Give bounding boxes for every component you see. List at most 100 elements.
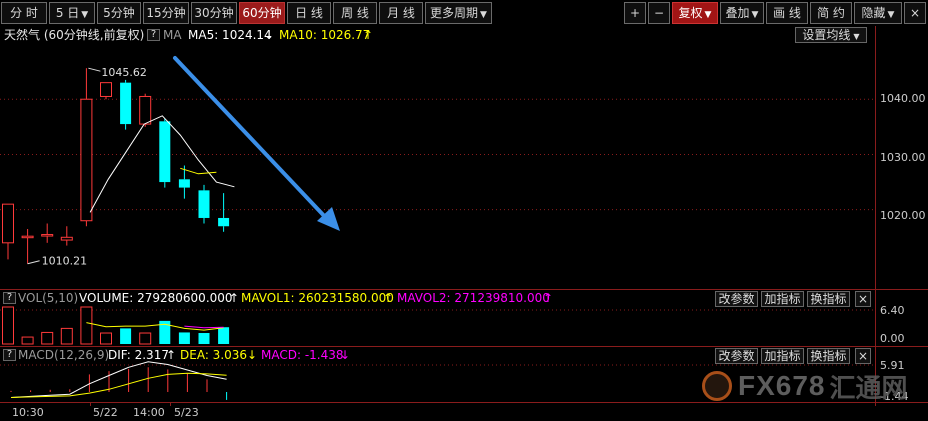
macd-value: MACD: -1.438	[261, 348, 344, 362]
macd-switch-indicator-button[interactable]: 换指标	[807, 348, 850, 364]
volume-bar-down	[120, 328, 132, 344]
watermark-cn-text: 汇通网	[829, 373, 908, 404]
candle-body-down	[159, 121, 171, 183]
time-tick-label: 10:30	[12, 406, 44, 419]
macd-edit-params-button[interactable]: 改参数	[715, 348, 758, 364]
candle-body-up	[60, 236, 73, 241]
volume-bar-up	[41, 331, 54, 345]
period-tab-monthly[interactable]: 月 线	[379, 2, 423, 24]
zoom-out-button[interactable]: −	[648, 2, 670, 24]
macd-dea-value: DEA: 3.036	[180, 348, 248, 362]
macd-close-button[interactable]: ×	[855, 348, 871, 364]
macd-dea-trend-icon: ↓	[247, 348, 258, 362]
volume-edit-params-button[interactable]: 改参数	[715, 291, 758, 307]
candle-body-down	[218, 217, 230, 227]
period-toolbar: 分 时 5 日 ▼ 5分钟 15分钟 30分钟 60分钟 日 线 周 线 月 线 …	[0, 0, 928, 26]
candle-body-down	[120, 82, 132, 125]
period-tab-timeshare[interactable]: 分 时	[1, 2, 47, 24]
macd-dif-value: DIF: 2.317	[108, 348, 169, 362]
chevron-down-icon: ▼	[480, 10, 487, 20]
candle-body-up	[41, 234, 54, 237]
low-price-label: 1010.21	[42, 255, 88, 268]
high-pointer-line	[88, 67, 101, 72]
chevron-down-icon: ▼	[81, 10, 89, 20]
volume-bar-down	[178, 332, 190, 344]
ma-label: MA	[163, 28, 182, 42]
mavol1-value: MAVOL1: 260231580.000	[241, 291, 394, 305]
hide-button[interactable]: 隐藏 ▼	[854, 2, 902, 24]
candle-body-down	[178, 179, 190, 188]
price-tick-1030: 1030.00	[880, 151, 926, 164]
overlay-button[interactable]: 叠加 ▼	[720, 2, 764, 24]
period-tab-weekly[interactable]: 周 线	[333, 2, 377, 24]
macd-dif-line	[10, 361, 227, 398]
macd-trend-icon: ↓	[340, 348, 351, 362]
period-tab-60min[interactable]: 60分钟	[239, 2, 285, 24]
volume-bar-down	[198, 333, 210, 344]
ma5-trend-icon: ↓	[264, 28, 275, 42]
period-tab-more[interactable]: 更多周期 ▼	[425, 2, 492, 24]
zoom-in-button[interactable]: +	[624, 2, 646, 24]
chevron-down-icon: ▼	[887, 10, 895, 20]
volume-trend-icon: ↑	[229, 291, 240, 305]
trend-arrow-shaft	[173, 56, 330, 222]
time-tick	[90, 402, 91, 406]
macd-indicator-name: MACD(12,26,9)	[18, 348, 110, 362]
macd-pane-header: ? MACD(12,26,9) DIF: 2.317 ↑ DEA: 3.036 …	[0, 347, 928, 364]
volume-bar-down	[218, 327, 230, 344]
time-tick	[170, 402, 171, 406]
low-pointer-line	[27, 260, 40, 265]
ma-settings-label: 设置均线	[802, 28, 851, 42]
volume-bar-up	[2, 306, 14, 345]
volume-value: VOLUME: 279280600.000	[79, 291, 233, 305]
macd-dea-line	[10, 372, 227, 398]
chevron-down-icon: ▼	[751, 10, 759, 20]
ma-toggle-icon[interactable]: ?	[147, 29, 160, 41]
macd-toggle-icon[interactable]: ?	[3, 349, 16, 361]
mavol2-trend-icon: ↑	[543, 291, 554, 305]
volume-bar-up	[21, 336, 34, 345]
time-tick-label: 5/22	[93, 406, 118, 419]
volume-indicator-name: VOL(5,10)	[18, 291, 79, 305]
simple-mode-button[interactable]: 简 约	[810, 2, 852, 24]
volume-close-button[interactable]: ×	[855, 291, 871, 307]
mavol1-trend-icon: ↑	[383, 291, 394, 305]
period-tab-5day[interactable]: 5 日 ▼	[49, 2, 95, 24]
price-tick-1040: 1040.00	[880, 92, 926, 105]
chevron-down-icon: ▼	[704, 10, 712, 20]
candle-body-up	[2, 203, 14, 244]
mavol1-line	[86, 322, 224, 331]
adjust-rights-button[interactable]: 复权 ▼	[672, 2, 718, 24]
volume-switch-indicator-button[interactable]: 换指标	[807, 291, 850, 307]
period-tab-15min[interactable]: 15分钟	[143, 2, 189, 24]
candle-body-down	[198, 190, 210, 218]
ma-settings-button[interactable]: 设置均线 ▼	[795, 27, 867, 43]
candle-body-up	[21, 235, 34, 239]
mavol2-value: MAVOL2: 271239810.000	[397, 291, 550, 305]
candle-body-up	[100, 82, 112, 97]
period-tab-daily[interactable]: 日 线	[287, 2, 331, 24]
price-tick-1020: 1020.00	[880, 209, 926, 222]
volume-bar-up	[100, 332, 112, 345]
close-chart-button[interactable]: ×	[904, 2, 926, 24]
volume-bar-up	[80, 306, 93, 345]
ma10-value: MA10: 1026.77	[279, 28, 371, 42]
ma10-trend-icon: ↑	[363, 28, 374, 42]
high-price-label: 1045.62	[101, 66, 146, 79]
chart-title: 天然气 (60分钟线,前复权)	[4, 28, 145, 42]
fx678-watermark-logo: FX678 汇通网	[702, 368, 908, 404]
volume-pane-header: ? VOL(5,10) VOLUME: 279280600.000 ↑ MAVO…	[0, 290, 928, 307]
volume-bar-up	[139, 332, 152, 345]
period-tab-5min[interactable]: 5分钟	[97, 2, 141, 24]
macd-dif-trend-icon: ↑	[166, 348, 177, 362]
watermark-text: FX678	[738, 370, 826, 401]
period-tab-30min[interactable]: 30分钟	[191, 2, 237, 24]
draw-line-button[interactable]: 画 线	[766, 2, 808, 24]
candle-body-up	[80, 98, 93, 222]
volume-add-indicator-button[interactable]: 加指标	[761, 291, 804, 307]
ma10-line	[180, 167, 217, 175]
time-tick-label: 5/23	[174, 406, 199, 419]
volume-toggle-icon[interactable]: ?	[3, 292, 16, 304]
macd-add-indicator-button[interactable]: 加指标	[761, 348, 804, 364]
ma5-value: MA5: 1024.14	[188, 28, 272, 42]
